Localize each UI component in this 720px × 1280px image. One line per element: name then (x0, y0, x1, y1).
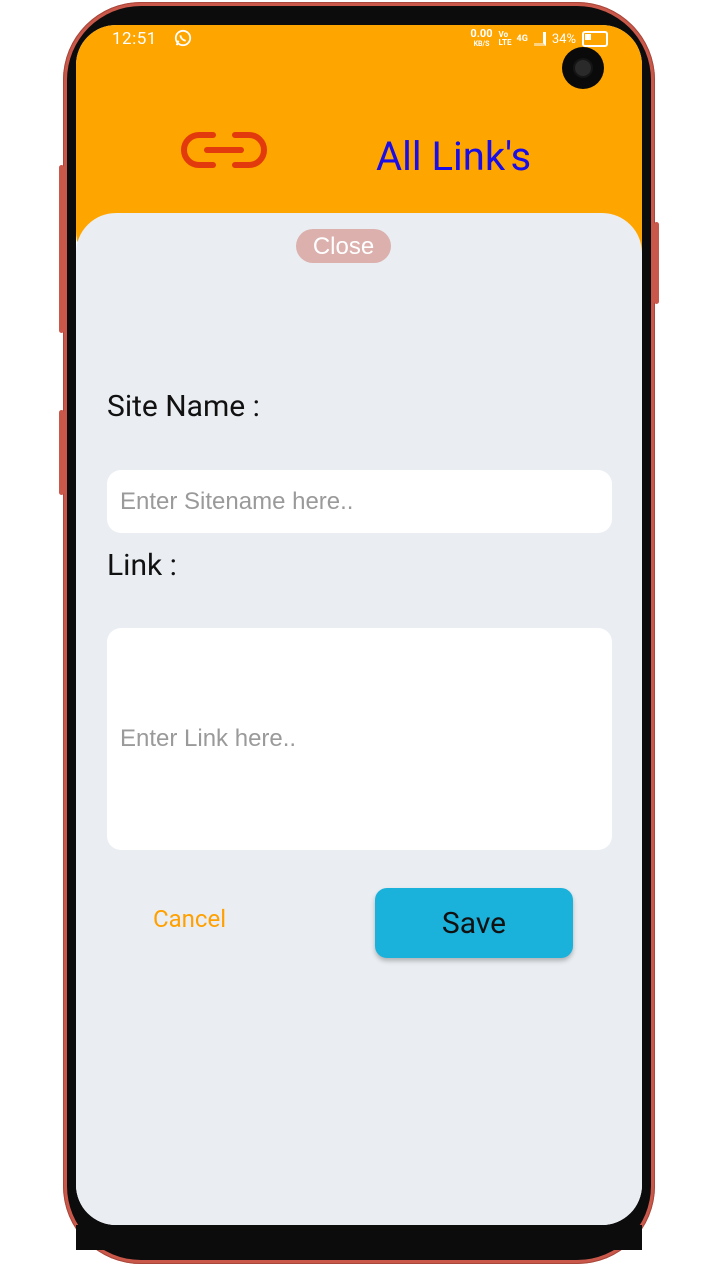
front-camera (562, 47, 604, 89)
add-link-dialog: Close Site Name : Enter Sitename here.. … (76, 213, 642, 1225)
signal-indicator: 4G (516, 34, 528, 44)
phone-side-button (59, 410, 64, 495)
volte-indicator: Vo LTE (498, 30, 512, 47)
signal-bars-icon (533, 32, 546, 46)
link-placeholder: Enter Link here.. (120, 725, 297, 752)
net-speed: 0.00 KB/S (470, 27, 493, 48)
whatsapp-icon (174, 29, 192, 47)
battery-icon (582, 31, 608, 47)
battery-percent: 34% (551, 31, 576, 47)
save-button[interactable]: Save (375, 888, 573, 958)
link-label: Link : (107, 548, 177, 583)
site-name-input[interactable]: Enter Sitename here.. (107, 470, 612, 533)
close-button[interactable]: Close (296, 229, 391, 263)
phone-side-button (59, 165, 64, 333)
link-icon (181, 132, 267, 168)
site-name-placeholder: Enter Sitename here.. (120, 487, 354, 515)
status-time: 12:51 (112, 29, 157, 49)
link-input[interactable]: Enter Link here.. (107, 628, 612, 850)
phone-side-button (654, 222, 659, 304)
site-name-label: Site Name : (107, 389, 260, 424)
status-bar: 12:51 0.00 KB/S Vo LTE 4G 34% (76, 25, 642, 55)
app-screen: 12:51 0.00 KB/S Vo LTE 4G 34% All Link's… (76, 25, 642, 1225)
cancel-button[interactable]: Cancel (153, 905, 226, 933)
status-right: 0.00 KB/S Vo LTE 4G 34% (470, 27, 608, 49)
page-title: All Link's (376, 133, 532, 180)
phone-bottom-bezel (76, 1225, 642, 1250)
